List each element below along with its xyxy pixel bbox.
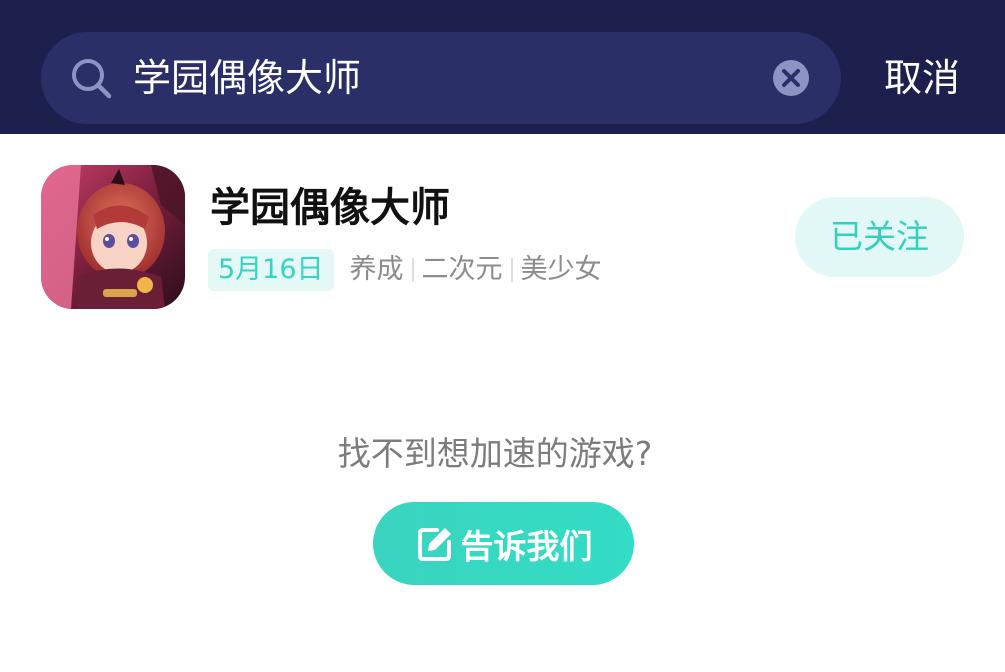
game-meta-row: 5月16日 养成 二次元 美少女 <box>208 249 602 291</box>
search-icon <box>72 59 112 99</box>
tag-divider <box>411 258 414 282</box>
tag-divider <box>510 258 513 282</box>
edit-icon <box>417 527 451 561</box>
follow-button[interactable]: 已关注 <box>795 197 964 277</box>
tag-item: 二次元 <box>421 254 503 285</box>
clear-icon[interactable] <box>771 58 811 98</box>
tag-item: 美少女 <box>520 254 602 285</box>
release-date-badge: 5月16日 <box>208 249 334 291</box>
game-cover-image[interactable] <box>41 165 185 309</box>
cancel-button[interactable]: 取消 <box>866 32 978 124</box>
search-input[interactable]: 学园偶像大师 <box>41 32 841 124</box>
not-found-hint: 找不到想加速的游戏? <box>337 434 653 473</box>
game-result-item[interactable]: 学园偶像大师 5月16日 养成 二次元 美少女 已关注 <box>0 134 1005 320</box>
tell-us-button[interactable]: 告诉我们 <box>373 502 634 585</box>
tag-item: 养成 <box>349 254 404 285</box>
top-search-bar: 学园偶像大师 取消 <box>0 0 1005 134</box>
tell-us-label: 告诉我们 <box>460 526 593 566</box>
game-title: 学园偶像大师 <box>210 185 450 231</box>
search-query-text[interactable]: 学园偶像大师 <box>133 32 361 124</box>
